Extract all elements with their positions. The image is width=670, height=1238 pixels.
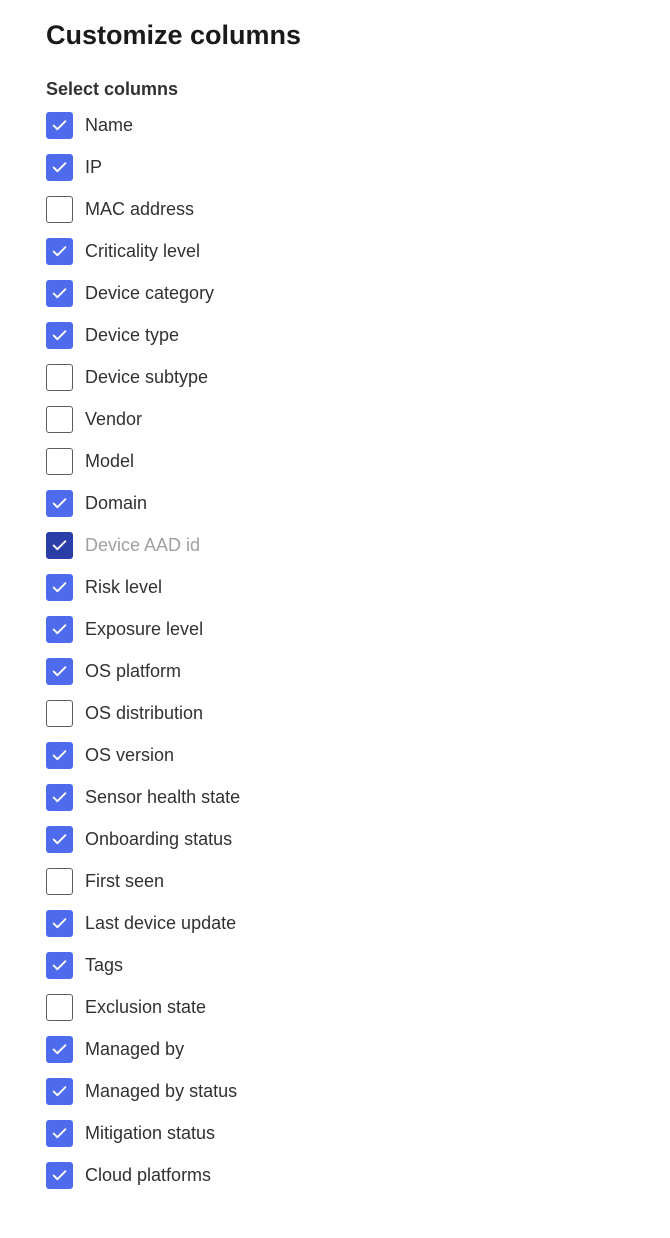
column-option-label: Sensor health state <box>85 787 240 808</box>
column-option-label: Exposure level <box>85 619 203 640</box>
column-option-label: Domain <box>85 493 147 514</box>
column-option-label: Device category <box>85 283 214 304</box>
column-option-label: Managed by <box>85 1039 184 1060</box>
column-option-row[interactable]: First seen <box>46 868 624 895</box>
column-option-row[interactable]: Criticality level <box>46 238 624 265</box>
column-option-label: Cloud platforms <box>85 1165 211 1186</box>
column-option-label: Tags <box>85 955 123 976</box>
column-option-label: Vendor <box>85 409 142 430</box>
column-option-checkbox[interactable] <box>46 196 73 223</box>
column-option-label: OS platform <box>85 661 181 682</box>
column-option-label: Name <box>85 115 133 136</box>
column-option-checkbox[interactable] <box>46 1120 73 1147</box>
column-option-row[interactable]: Vendor <box>46 406 624 433</box>
column-option-row[interactable]: Device subtype <box>46 364 624 391</box>
column-option-row[interactable]: Mitigation status <box>46 1120 624 1147</box>
column-option-label: Risk level <box>85 577 162 598</box>
column-option-row[interactable]: Tags <box>46 952 624 979</box>
column-option-row[interactable]: Sensor health state <box>46 784 624 811</box>
column-option-checkbox[interactable] <box>46 322 73 349</box>
column-option-checkbox[interactable] <box>46 700 73 727</box>
column-option-checkbox[interactable] <box>46 1036 73 1063</box>
section-subtitle: Select columns <box>46 79 624 100</box>
column-option-row[interactable]: Device type <box>46 322 624 349</box>
column-option-row[interactable]: Device category <box>46 280 624 307</box>
page-title: Customize columns <box>46 20 624 51</box>
column-option-row[interactable]: Cloud platforms <box>46 1162 624 1189</box>
column-option-row[interactable]: Exclusion state <box>46 994 624 1021</box>
column-option-row[interactable]: MAC address <box>46 196 624 223</box>
column-option-checkbox[interactable] <box>46 616 73 643</box>
column-option-checkbox[interactable] <box>46 910 73 937</box>
column-option-checkbox[interactable] <box>46 490 73 517</box>
column-option-label: Criticality level <box>85 241 200 262</box>
column-option-list: Name IP MAC address Criticality level Device… <box>46 112 624 1189</box>
column-option-checkbox[interactable] <box>46 406 73 433</box>
column-option-label: Device subtype <box>85 367 208 388</box>
column-option-checkbox[interactable] <box>46 784 73 811</box>
column-option-checkbox[interactable] <box>46 1162 73 1189</box>
column-option-row[interactable]: OS platform <box>46 658 624 685</box>
column-option-row[interactable]: Risk level <box>46 574 624 601</box>
column-option-checkbox[interactable] <box>46 112 73 139</box>
column-option-label: Last device update <box>85 913 236 934</box>
column-option-checkbox[interactable] <box>46 994 73 1021</box>
column-option-checkbox[interactable] <box>46 742 73 769</box>
column-option-row[interactable]: Exposure level <box>46 616 624 643</box>
column-option-checkbox[interactable] <box>46 1078 73 1105</box>
column-option-checkbox[interactable] <box>46 280 73 307</box>
column-option-checkbox[interactable] <box>46 574 73 601</box>
column-option-label: First seen <box>85 871 164 892</box>
column-option-label: Mitigation status <box>85 1123 215 1144</box>
column-option-row[interactable]: Model <box>46 448 624 475</box>
column-option-label: OS distribution <box>85 703 203 724</box>
column-option-label: Model <box>85 451 134 472</box>
column-option-checkbox[interactable] <box>46 364 73 391</box>
column-option-row[interactable]: Last device update <box>46 910 624 937</box>
column-option-row[interactable]: Domain <box>46 490 624 517</box>
column-option-label: Device AAD id <box>85 535 200 556</box>
column-option-checkbox[interactable] <box>46 154 73 181</box>
column-option-row[interactable]: Onboarding status <box>46 826 624 853</box>
column-option-row[interactable]: OS version <box>46 742 624 769</box>
column-option-label: Onboarding status <box>85 829 232 850</box>
column-option-row[interactable]: Managed by status <box>46 1078 624 1105</box>
column-option-label: Device type <box>85 325 179 346</box>
column-option-checkbox[interactable] <box>46 658 73 685</box>
column-option-checkbox[interactable] <box>46 826 73 853</box>
column-option-checkbox[interactable] <box>46 238 73 265</box>
column-option-checkbox[interactable] <box>46 532 73 559</box>
column-option-label: Managed by status <box>85 1081 237 1102</box>
column-option-label: Exclusion state <box>85 997 206 1018</box>
column-option-checkbox[interactable] <box>46 868 73 895</box>
column-option-checkbox[interactable] <box>46 448 73 475</box>
column-option-label: OS version <box>85 745 174 766</box>
column-option-row[interactable]: Managed by <box>46 1036 624 1063</box>
column-option-row[interactable]: OS distribution <box>46 700 624 727</box>
column-option-label: IP <box>85 157 102 178</box>
column-option-checkbox[interactable] <box>46 952 73 979</box>
column-option-row[interactable]: IP <box>46 154 624 181</box>
column-option-row[interactable]: Device AAD id <box>46 532 624 559</box>
column-option-label: MAC address <box>85 199 194 220</box>
column-option-row[interactable]: Name <box>46 112 624 139</box>
